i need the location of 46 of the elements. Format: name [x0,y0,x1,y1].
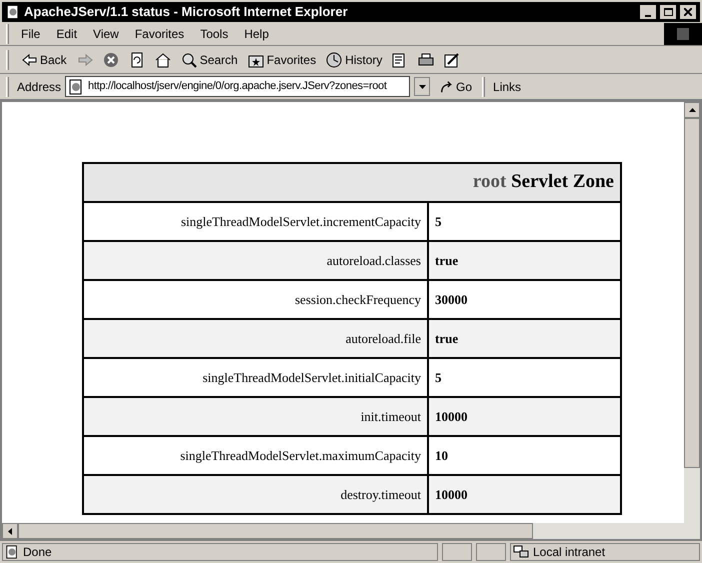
network-icon [513,545,529,559]
menu-item[interactable]: Edit [48,24,86,42]
menu-item[interactable]: Help [236,24,277,42]
window-title: ApacheJServ/1.1 status - Microsoft Internet Explorer [24,3,349,22]
globe-page-icon [6,5,20,19]
menu-item[interactable]: File [13,24,48,42]
go-arrow-icon [440,80,454,94]
status-pane [476,543,506,561]
history-button[interactable]: History [324,50,384,68]
zone-text: Local intranet [533,544,606,561]
caret-up-icon [688,108,696,112]
dropdown-button[interactable] [414,77,430,96]
vertical-scrollbar[interactable] [684,102,700,539]
back-button[interactable]: Back [19,50,69,68]
menu-item[interactable]: Tools [192,24,236,42]
status-pane [442,543,472,561]
page-icon [68,78,84,94]
table-cell: 10000 [428,475,621,514]
links-button[interactable]: Links [493,78,522,96]
search-button[interactable]: Search [178,50,240,68]
print-button[interactable] [416,52,436,68]
go-button[interactable]: Go [434,78,478,96]
menu-item[interactable]: View [85,24,127,42]
minimize-button[interactable] [640,5,656,19]
stop-icon [102,52,119,68]
back-arrow-icon [21,52,37,68]
forward-arrow-icon [76,52,93,68]
address-field[interactable]: http://localhost/jserv/engine/0/org.apache.jserv.JServ?zones=root [65,76,410,97]
pencil-icon [444,52,460,68]
refresh-icon [128,52,145,68]
house-icon [154,52,171,68]
table-cell: destroy.timeout [83,475,428,514]
maximize-button[interactable] [660,5,676,19]
clock-icon [326,52,342,68]
address-label: Address [17,78,62,96]
menu-item[interactable]: Favorites [126,24,192,42]
favorites-button[interactable]: Favorites [246,50,318,68]
table-header: root Servlet Zone [83,163,621,202]
horizontal-scrollbar[interactable] [2,523,684,539]
status-text: Done [23,544,52,561]
caret-down-icon [418,84,426,88]
close-button[interactable] [680,5,696,19]
caret-left-icon [8,528,12,534]
printer-icon [418,52,434,68]
search-icon [180,52,197,68]
close-icon [684,8,692,16]
